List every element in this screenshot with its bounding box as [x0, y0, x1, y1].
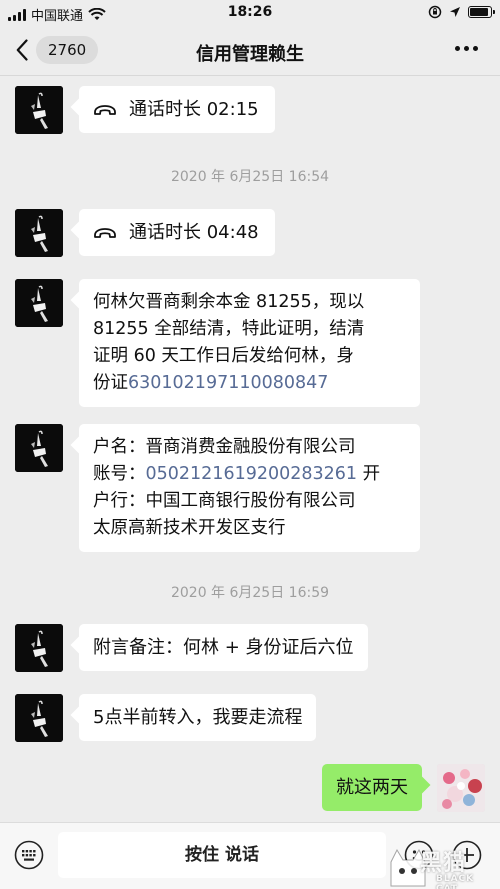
- more-options-button[interactable]: [455, 46, 478, 51]
- text-message-bubble[interactable]: 附言备注：何林 + 身份证后六位: [79, 624, 368, 671]
- message-text-line: 户行：中国工商银行股份有限公司: [93, 491, 356, 511]
- call-record-bubble[interactable]: 通话时长 04:48: [79, 209, 275, 256]
- location-icon: [450, 7, 460, 17]
- watermark-cn: 黑猫: [420, 851, 467, 876]
- bank-label-start: 开: [357, 464, 381, 484]
- message-timestamp: 2020 年 6月25日 16:54: [170, 169, 330, 185]
- contact-avatar-image: [15, 694, 63, 742]
- battery-icon: [468, 6, 495, 18]
- contact-avatar[interactable]: [15, 694, 63, 742]
- chat-title: 信用管理赖生: [196, 44, 304, 65]
- contact-avatar-image: [15, 209, 63, 257]
- message-timestamp: 2020 年 6月25日 16:59: [170, 585, 330, 601]
- message-text: 附言备注：何林 + 身份证后六位: [93, 637, 354, 658]
- status-time: 18:26: [227, 4, 273, 20]
- call-duration-label: 通话时长 04:48: [129, 222, 259, 243]
- status-bar: 中国联通 18:26: [0, 0, 500, 28]
- message-text-line: 81255 全部结清，特此证明，结清: [93, 319, 365, 339]
- message-text-line: 账号：050212161920028326​1 开: [93, 461, 408, 488]
- watermark-en: BLACK CAT: [436, 874, 475, 889]
- battery-fill: [470, 8, 488, 16]
- call-duration-label: 通话时长 02:15: [129, 99, 259, 120]
- message-text-line: 何林欠晋商剩余本金 81255，现以: [93, 292, 365, 312]
- message-text-line: 份证630102197110080847: [93, 370, 408, 397]
- text-message-bubble[interactable]: 5点半前转入，我要走流程: [79, 694, 317, 741]
- id-label: 份证: [93, 373, 128, 393]
- message-text-line: 太原高新技术开发区支行: [93, 518, 286, 538]
- phone-icon: [94, 227, 116, 238]
- id-number-link[interactable]: 630102197110080847: [128, 373, 328, 393]
- chat-header: 2760 信用管理赖生: [0, 28, 500, 76]
- contact-avatar-image: [15, 624, 63, 672]
- contact-avatar[interactable]: [15, 86, 63, 134]
- message-text-line: 证明 60 天工作日后发给何林，身: [93, 346, 354, 366]
- keyboard-icon[interactable]: [14, 840, 44, 870]
- my-message-text: 就这两天: [336, 777, 408, 798]
- contact-avatar[interactable]: [15, 209, 63, 257]
- call-record-bubble[interactable]: 通话时长 02:15: [79, 86, 275, 133]
- account-label: 账号：: [93, 464, 146, 484]
- contact-avatar[interactable]: [15, 279, 63, 327]
- hold-to-talk-button[interactable]: 按住 说话: [58, 832, 386, 878]
- message-text-line: 户名：晋商消费金融股份有限公司: [93, 437, 356, 457]
- message-text: 5点半前转入，我要走流程: [93, 707, 303, 728]
- my-avatar[interactable]: [437, 764, 485, 812]
- contact-avatar-image: [15, 86, 63, 134]
- text-message-bubble[interactable]: 户名：晋商消费金融股份有限公司 账号：050212161920028326​1 …: [79, 424, 420, 552]
- account-number-link[interactable]: 050212161920028326​1: [146, 464, 358, 484]
- text-message-bubble[interactable]: 何林欠晋商剩余本金 81255，现以 81255 全部结清，特此证明，结清 证明…: [79, 279, 420, 407]
- my-message-bubble[interactable]: 就这两天: [322, 764, 422, 811]
- contact-avatar-image: [15, 279, 63, 327]
- my-avatar-image: [437, 764, 485, 812]
- phone-icon: [94, 104, 116, 115]
- contact-avatar[interactable]: [15, 624, 63, 672]
- status-right: [428, 5, 495, 19]
- contact-avatar-image: [15, 424, 63, 472]
- orientation-lock-icon: [428, 5, 442, 19]
- contact-avatar[interactable]: [15, 424, 63, 472]
